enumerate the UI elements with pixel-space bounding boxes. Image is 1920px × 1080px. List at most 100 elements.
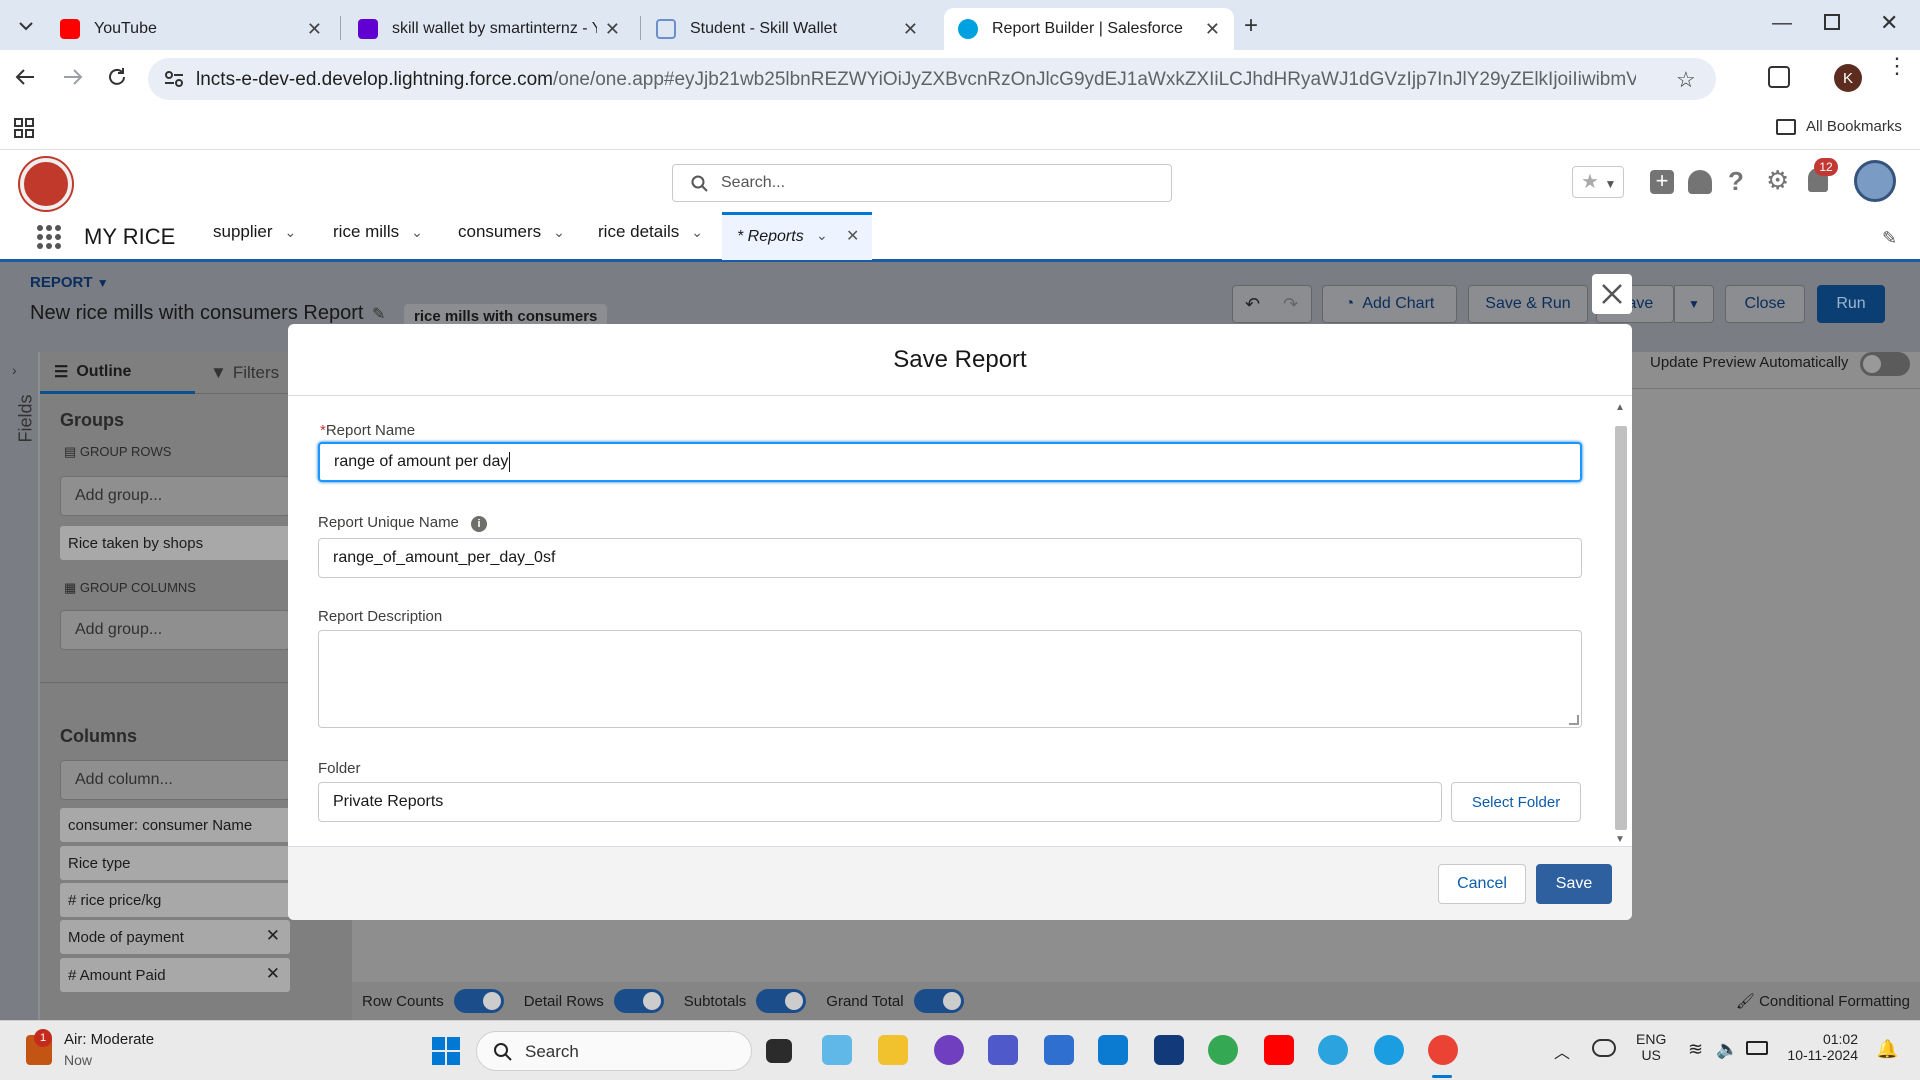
- add-group-rows-input[interactable]: Add group...: [60, 476, 290, 516]
- report-label[interactable]: REPORT ▼: [30, 274, 109, 291]
- modal-close-button[interactable]: [1592, 274, 1632, 314]
- close-icon[interactable]: ✕: [1205, 19, 1220, 40]
- chevron-down-icon[interactable]: ⌄: [285, 224, 297, 241]
- close-icon[interactable]: ✕: [605, 19, 620, 40]
- save-button[interactable]: Save: [1536, 864, 1612, 904]
- modal-scrollbar[interactable]: [1615, 426, 1627, 830]
- volume-icon[interactable]: 🔈: [1716, 1039, 1738, 1060]
- remove-column-icon[interactable]: ✕: [266, 964, 280, 984]
- clock[interactable]: 01:02 10-11-2024: [1786, 1031, 1858, 1063]
- tab-yahoo[interactable]: skill wallet by smartinternz - Yal ✕: [344, 8, 634, 50]
- language-indicator[interactable]: ENG US: [1636, 1031, 1666, 1063]
- tab-skill-wallet[interactable]: Student - Skill Wallet ✕: [642, 8, 932, 50]
- tab-filters[interactable]: ▼ Filters: [210, 352, 279, 394]
- column-item[interactable]: consumer: consumer Name: [60, 808, 290, 842]
- extensions-icon[interactable]: [1768, 66, 1790, 88]
- save-menu-chevron-icon[interactable]: ▼: [1674, 285, 1714, 323]
- file-explorer-icon[interactable]: [878, 1035, 908, 1065]
- update-preview-toggle[interactable]: [1860, 352, 1910, 376]
- tab-outline[interactable]: ☰ Outline: [40, 352, 195, 394]
- chevron-down-icon[interactable]: ⌄: [553, 224, 565, 241]
- trailhead-icon[interactable]: [1688, 170, 1712, 194]
- help-icon[interactable]: ?: [1728, 166, 1744, 197]
- edit-title-pencil-icon[interactable]: ✎: [372, 304, 385, 324]
- linkedin-icon[interactable]: [1154, 1035, 1184, 1065]
- tab-youtube[interactable]: YouTube ✕: [46, 8, 336, 50]
- column-item[interactable]: # rice price/kg: [60, 883, 290, 917]
- undo-redo-group[interactable]: ↶ ↷: [1232, 285, 1312, 323]
- subtotals-toggle[interactable]: [756, 989, 807, 1013]
- all-bookmarks[interactable]: All Bookmarks: [1806, 118, 1902, 135]
- nav-item-reports[interactable]: * Reports ⌄ ✕: [722, 212, 872, 260]
- scroll-down-icon[interactable]: ▼: [1615, 834, 1625, 845]
- report-name-input[interactable]: range of amount per day: [318, 442, 1582, 482]
- report-unique-name-input[interactable]: range_of_amount_per_day_0sf: [318, 538, 1582, 578]
- favorites-star-icon[interactable]: ★ ▼: [1572, 166, 1624, 198]
- teams-icon[interactable]: [988, 1035, 1018, 1065]
- global-search-input[interactable]: Search...: [672, 164, 1172, 202]
- column-item[interactable]: # Amount Paid ✕: [60, 958, 290, 992]
- grand-total-toggle[interactable]: [913, 989, 964, 1013]
- bookmark-star-icon[interactable]: ☆: [1676, 67, 1696, 93]
- task-view-icon[interactable]: [766, 1039, 792, 1063]
- info-icon[interactable]: i: [471, 516, 488, 532]
- chevron-right-icon[interactable]: ›: [12, 362, 17, 378]
- cortana-icon[interactable]: [1098, 1035, 1128, 1065]
- forward-icon[interactable]: [62, 66, 84, 88]
- chevron-down-icon[interactable]: ⌄: [816, 227, 828, 244]
- nav-item-consumers[interactable]: consumers ⌄: [458, 222, 565, 242]
- redo-icon[interactable]: ↷: [1283, 294, 1298, 315]
- nav-item-rice-mills[interactable]: rice mills ⌄: [333, 222, 423, 242]
- column-item[interactable]: Rice type: [60, 846, 290, 880]
- fields-side-tab[interactable]: › Fields: [0, 352, 38, 1020]
- group-row-item[interactable]: Rice taken by shops: [60, 526, 290, 560]
- tray-chevron-up-icon[interactable]: ︿: [1554, 1039, 1570, 1063]
- url-bar[interactable]: lncts-e-dev-ed.develop.lightning.force.c…: [148, 58, 1716, 100]
- window-close-icon[interactable]: ✕: [1880, 10, 1898, 36]
- chevron-down-icon[interactable]: ⌄: [691, 224, 703, 241]
- site-info-icon[interactable]: [164, 70, 184, 88]
- tab-report-builder[interactable]: Report Builder | Salesforce ✕: [944, 8, 1234, 50]
- nav-item-rice-details[interactable]: rice details ⌄: [598, 222, 703, 242]
- global-actions-icon[interactable]: +: [1650, 170, 1674, 194]
- browser-menu-icon[interactable]: ⋮: [1886, 55, 1908, 77]
- run-button[interactable]: Run: [1817, 285, 1885, 323]
- undo-icon[interactable]: ↶: [1245, 294, 1260, 315]
- copilot-icon[interactable]: [822, 1035, 852, 1065]
- setup-gear-icon[interactable]: ⚙: [1766, 165, 1789, 196]
- chevron-down-icon[interactable]: ⌄: [411, 224, 423, 241]
- minimize-icon[interactable]: —: [1772, 12, 1792, 35]
- battery-icon[interactable]: [1746, 1041, 1768, 1055]
- restore-icon[interactable]: [1824, 14, 1840, 30]
- user-avatar[interactable]: [1854, 160, 1896, 202]
- wifi-icon[interactable]: ≋: [1688, 1039, 1703, 1060]
- github-icon[interactable]: [934, 1035, 964, 1065]
- weather-title[interactable]: Air: Moderate: [64, 1031, 154, 1048]
- column-item[interactable]: Mode of payment ✕: [60, 920, 290, 954]
- row-counts-toggle[interactable]: [453, 989, 504, 1013]
- cloud-sync-icon[interactable]: [1592, 1039, 1616, 1057]
- profile-avatar[interactable]: K: [1834, 64, 1862, 92]
- report-description-textarea[interactable]: [318, 630, 1582, 728]
- taskbar-search[interactable]: Search: [476, 1031, 752, 1071]
- close-icon[interactable]: ✕: [903, 19, 918, 40]
- save-run-button[interactable]: Save & Run: [1468, 285, 1588, 323]
- add-column-input[interactable]: Add column...: [60, 760, 290, 800]
- app-launcher-icon[interactable]: [36, 224, 62, 250]
- close-icon[interactable]: ✕: [307, 19, 322, 40]
- detail-rows-toggle[interactable]: [613, 989, 664, 1013]
- back-icon[interactable]: [14, 66, 36, 88]
- chrome-profile-icon[interactable]: [1428, 1035, 1458, 1065]
- cancel-button[interactable]: Cancel: [1438, 864, 1526, 904]
- conditional-formatting-button[interactable]: 🖌 Conditional Formatting: [1736, 992, 1910, 1010]
- close-report-button[interactable]: Close: [1725, 285, 1805, 323]
- notification-center-icon[interactable]: 🔔: [1876, 1039, 1898, 1060]
- org-logo[interactable]: [20, 158, 72, 210]
- close-tab-icon[interactable]: ✕: [846, 226, 859, 246]
- scroll-up-icon[interactable]: ▲: [1615, 402, 1625, 413]
- windows-start-icon[interactable]: [432, 1037, 460, 1065]
- folder-input[interactable]: Private Reports: [318, 782, 1442, 822]
- select-folder-button[interactable]: Select Folder: [1451, 782, 1581, 822]
- reload-icon[interactable]: [106, 66, 128, 88]
- nav-item-supplier[interactable]: supplier ⌄: [213, 222, 296, 242]
